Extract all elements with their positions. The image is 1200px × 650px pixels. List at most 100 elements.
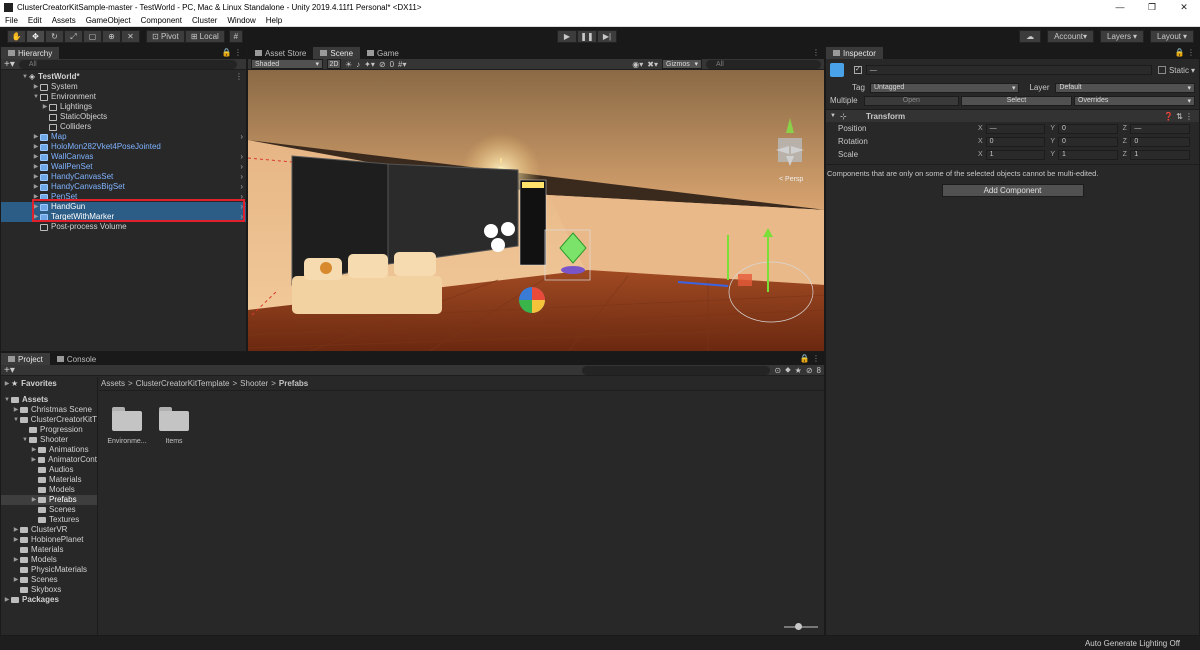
hierarchy-row-handycanvasbigset[interactable]: ▶ HandyCanvasBigSet › xyxy=(1,182,246,192)
hierarchy-row-colliders[interactable]: Colliders xyxy=(1,122,246,132)
tools-icon[interactable]: ✖▾ xyxy=(647,60,658,69)
lighting-status[interactable]: Auto Generate Lighting Off xyxy=(1085,639,1180,648)
project-folder-row[interactable]: ▼ Assets xyxy=(1,395,97,405)
tab-game[interactable]: Game xyxy=(360,47,406,59)
collapse-arrow-icon[interactable]: ▼ xyxy=(12,415,20,425)
position-y-field[interactable]: 0 xyxy=(1058,123,1118,134)
project-folder-row[interactable]: ▶ Prefabs xyxy=(1,495,97,505)
project-folder-row[interactable]: ▼ ClusterCreatorKitT xyxy=(1,415,97,425)
scene-menu-icon[interactable]: ⋮ xyxy=(235,72,243,82)
hierarchy-row-holomon282vket4posejointed[interactable]: ▶ HoloMon282Vket4PoseJointed xyxy=(1,142,246,152)
scene-search-input[interactable]: All xyxy=(706,59,821,69)
grid-toggle-icon[interactable]: #▾ xyxy=(398,60,406,69)
tab-hierarchy[interactable]: Hierarchy xyxy=(1,47,60,59)
project-folder-row[interactable]: ▶ Packages xyxy=(1,595,97,605)
expand-arrow-icon[interactable]: ▶ xyxy=(32,172,40,182)
project-folder-row[interactable]: Materials xyxy=(1,545,97,555)
hierarchy-row-system[interactable]: ▶ System xyxy=(1,82,246,92)
project-folder-row[interactable]: ▶ Christmas Scene xyxy=(1,405,97,415)
rotation-y-field[interactable]: 0 xyxy=(1058,136,1118,147)
menu-assets[interactable]: Assets xyxy=(52,16,76,25)
expand-arrow-icon[interactable]: ▶ xyxy=(32,152,40,162)
lighting-toggle-icon[interactable]: ☀ xyxy=(345,60,352,69)
scene-panel-menu-icon[interactable]: ⋮ xyxy=(812,48,820,57)
tab-inspector[interactable]: Inspector xyxy=(826,47,883,59)
add-component-button[interactable]: Add Component xyxy=(941,184,1084,197)
hierarchy-row-wallcanvas[interactable]: ▶ WallCanvas › xyxy=(1,152,246,162)
expand-arrow-icon[interactable]: ▶ xyxy=(32,82,40,92)
hierarchy-row-staticobjects[interactable]: StaticObjects xyxy=(1,112,246,122)
chevron-right-icon[interactable]: › xyxy=(240,182,243,192)
create-plus-icon[interactable]: +▾ xyxy=(4,365,15,376)
grid-snap-icon[interactable]: # xyxy=(228,30,243,43)
collapse-arrow-icon[interactable]: ▼ xyxy=(32,92,40,102)
hierarchy-row-post-process-volume[interactable]: Post-process Volume xyxy=(1,222,246,232)
collapse-arrow-icon[interactable]: ▼ xyxy=(21,435,29,445)
project-folder-row[interactable]: Models xyxy=(1,485,97,495)
filter-label-icon[interactable]: ⬥ xyxy=(785,365,791,375)
effects-toggle-icon[interactable]: ✦▾ xyxy=(364,60,375,69)
inspector-menu-icon[interactable]: 🔒 ⋮ xyxy=(1175,48,1195,57)
expand-arrow-icon[interactable]: ▶ xyxy=(30,445,38,455)
restore-button[interactable]: ❐ xyxy=(1136,2,1168,13)
expand-arrow-icon[interactable]: ▶ xyxy=(12,525,20,535)
create-plus-icon[interactable]: +▾ xyxy=(4,59,15,70)
project-folder-row[interactable]: ▶ ClusterVR xyxy=(1,525,97,535)
hierarchy-search-input[interactable]: All xyxy=(18,59,237,69)
favorites-row[interactable]: ▶ ★ Favorites xyxy=(1,379,97,389)
hierarchy-row-lightings[interactable]: ▶ Lightings xyxy=(1,102,246,112)
expand-arrow-icon[interactable]: ▼ xyxy=(830,113,840,119)
project-folder-row[interactable]: ▶ AnimatorCont xyxy=(1,455,97,465)
custom-tool-icon[interactable]: ✕ xyxy=(121,30,140,43)
object-name-field[interactable]: — xyxy=(865,65,1152,75)
breadcrumb-item[interactable]: Prefabs xyxy=(279,379,308,388)
hierarchy-row-map[interactable]: ▶ Map › xyxy=(1,132,246,142)
favorite-star-icon[interactable]: ★ xyxy=(795,366,802,375)
rotation-x-field[interactable]: 0 xyxy=(985,136,1046,147)
project-folder-row[interactable]: ▼ Shooter xyxy=(1,435,97,445)
transform-tool-icon[interactable]: ⊕ xyxy=(102,30,121,43)
project-folder-row[interactable]: ▶ Scenes xyxy=(1,575,97,585)
scene-root-row[interactable]: ▼ ◈ TestWorld* ⋮ xyxy=(1,72,246,82)
project-search-input[interactable] xyxy=(582,365,771,375)
scale-z-field[interactable]: 1 xyxy=(1130,149,1190,160)
hidden-packages-icon[interactable]: ⊘ xyxy=(806,366,813,375)
chevron-right-icon[interactable]: › xyxy=(240,172,243,182)
tab-console[interactable]: Console xyxy=(50,353,103,365)
menu-edit[interactable]: Edit xyxy=(28,16,42,25)
hierarchy-row-wallpenset[interactable]: ▶ WallPenSet › xyxy=(1,162,246,172)
open-prefab-button[interactable]: Open xyxy=(863,95,959,106)
static-checkbox[interactable] xyxy=(1158,66,1166,74)
pause-button-icon[interactable]: ❚❚ xyxy=(577,30,597,43)
cloud-icon[interactable]: ☁ xyxy=(1019,30,1042,43)
shading-mode-dropdown[interactable]: Shaded ▾ xyxy=(251,59,323,69)
project-folder-row[interactable]: ▶ Models xyxy=(1,555,97,565)
panel-menu-icon[interactable]: 🔒 ⋮ xyxy=(222,48,242,57)
rotate-tool-icon[interactable]: ↻ xyxy=(45,30,64,43)
layout-dropdown[interactable]: Layout ▾ xyxy=(1150,30,1194,43)
expand-arrow-icon[interactable]: ▶ xyxy=(12,575,20,585)
tab-scene[interactable]: Scene xyxy=(313,47,361,59)
menu-help[interactable]: Help xyxy=(266,16,282,25)
hierarchy-row-handycanvasset[interactable]: ▶ HandyCanvasSet › xyxy=(1,172,246,182)
collapse-arrow-icon[interactable]: ▼ xyxy=(3,395,11,405)
project-menu-icon[interactable]: 🔒 ⋮ xyxy=(800,354,820,363)
project-folder-row[interactable]: Progression xyxy=(1,425,97,435)
expand-arrow-icon[interactable]: ▶ xyxy=(32,142,40,152)
breadcrumb-item[interactable]: ClusterCreatorKitTemplate xyxy=(136,379,230,388)
menu-gameobject[interactable]: GameObject xyxy=(86,16,131,25)
pivot-toggle[interactable]: ⊡ Pivot xyxy=(146,30,185,43)
filter-type-icon[interactable]: ⊙ xyxy=(774,366,781,375)
hidden-objects-icon[interactable]: ⊘ xyxy=(379,60,386,69)
expand-arrow-icon[interactable]: ▶ xyxy=(3,379,11,389)
layers-dropdown[interactable]: Layers ▾ xyxy=(1100,30,1144,43)
expand-arrow-icon[interactable]: ▶ xyxy=(30,455,38,465)
overrides-dropdown[interactable]: Overrides ▾ xyxy=(1074,95,1195,106)
folder-icon[interactable] xyxy=(159,407,189,431)
project-folder-row[interactable]: Scenes xyxy=(1,505,97,515)
breadcrumb-item[interactable]: Shooter xyxy=(240,379,268,388)
expand-arrow-icon[interactable]: ▶ xyxy=(12,555,20,565)
camera-icon[interactable]: ◉▾ xyxy=(632,60,643,69)
expand-arrow-icon[interactable]: ▶ xyxy=(32,132,40,142)
position-z-field[interactable]: — xyxy=(1130,123,1190,134)
